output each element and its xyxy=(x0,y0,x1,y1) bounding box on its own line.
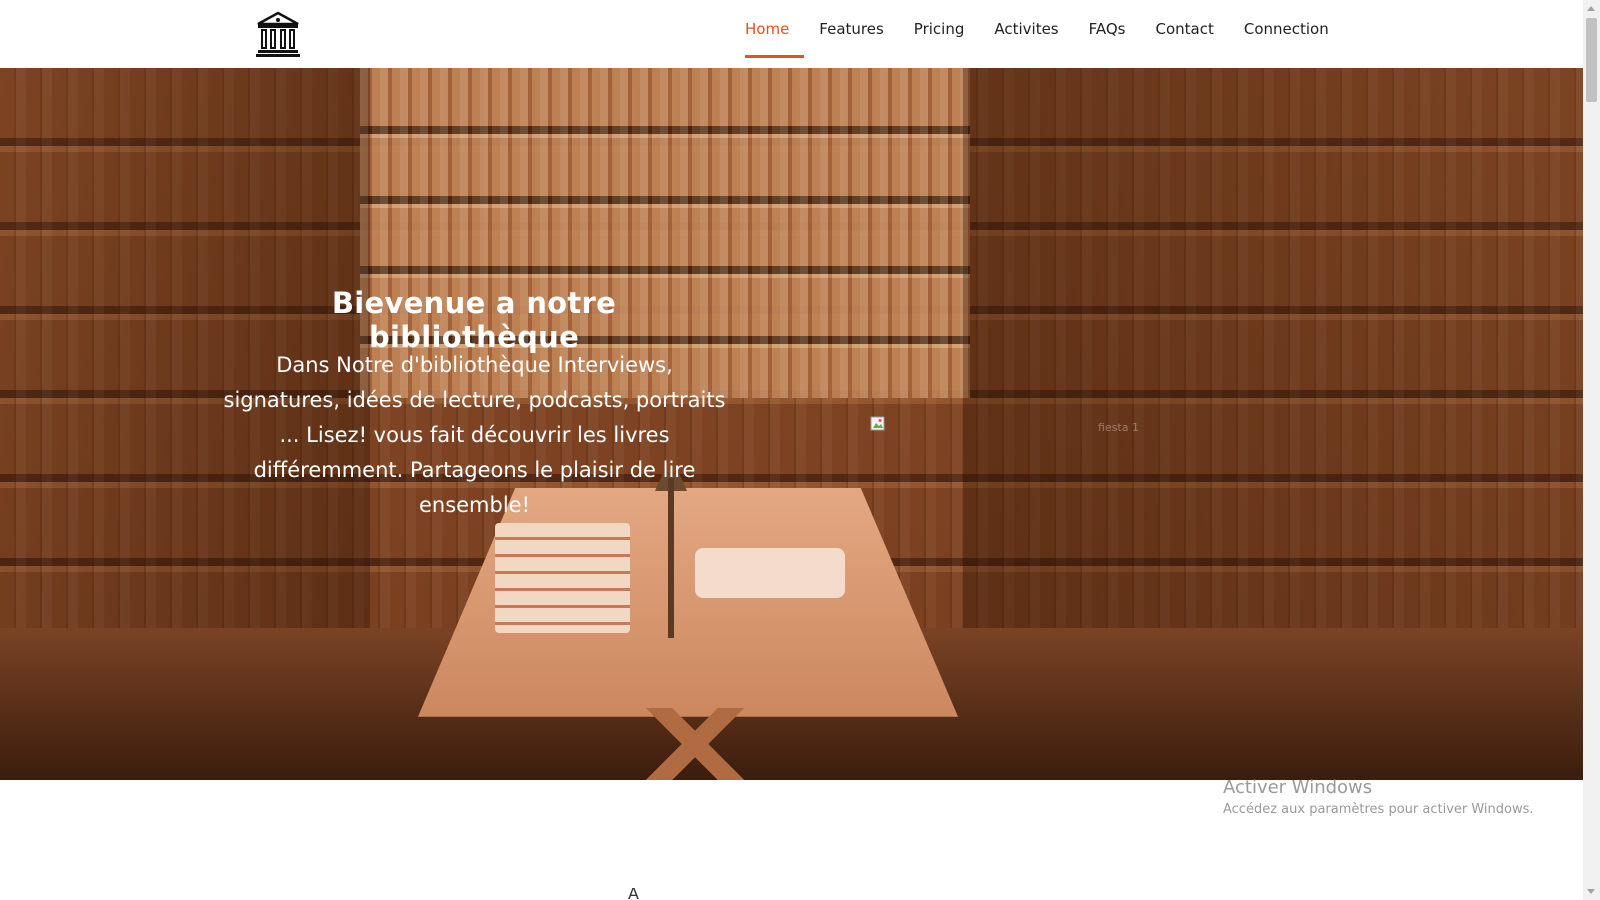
watermark-subtitle: Accédez aux paramètres pour activer Wind… xyxy=(1223,802,1534,817)
hero-description: Dans Notre d'bibliothèque Interviews, si… xyxy=(223,353,726,517)
scrollbar-thumb[interactable] xyxy=(1586,18,1597,102)
scroll-down-arrow-icon[interactable] xyxy=(1587,889,1595,894)
next-section-heading: À xyxy=(628,888,639,900)
nav-connection[interactable]: Connection xyxy=(1229,0,1344,58)
broken-image-icon xyxy=(870,416,885,431)
page-scrollbar[interactable] xyxy=(1583,0,1600,900)
image-alt-text: fiesta 1 xyxy=(1098,421,1139,434)
nav-home[interactable]: Home xyxy=(730,0,805,58)
nav-pricing[interactable]: Pricing xyxy=(899,0,980,58)
hero-title: Bievenue a notre bibliothèque xyxy=(331,286,617,354)
nav-faqs[interactable]: FAQs xyxy=(1074,0,1141,58)
book-stack-2 xyxy=(695,548,845,598)
table-leg xyxy=(600,708,790,780)
navbar: Home Features Pricing Activites FAQs Con… xyxy=(0,0,1583,68)
main-nav: Home Features Pricing Activites FAQs Con… xyxy=(730,0,1344,68)
library-building-icon[interactable] xyxy=(254,10,302,58)
book-stack xyxy=(495,523,630,633)
watermark-title: Activer Windows xyxy=(1223,777,1373,798)
nav-contact[interactable]: Contact xyxy=(1141,0,1229,58)
scroll-up-arrow-icon[interactable] xyxy=(1587,6,1595,11)
nav-features[interactable]: Features xyxy=(804,0,899,58)
windows-activation-watermark: Activer Windows Accédez aux paramètres p… xyxy=(1223,776,1534,820)
hero-banner: Bievenue a notre bibliothèque Dans Notre… xyxy=(0,68,1583,780)
nav-activites[interactable]: Activites xyxy=(979,0,1073,58)
